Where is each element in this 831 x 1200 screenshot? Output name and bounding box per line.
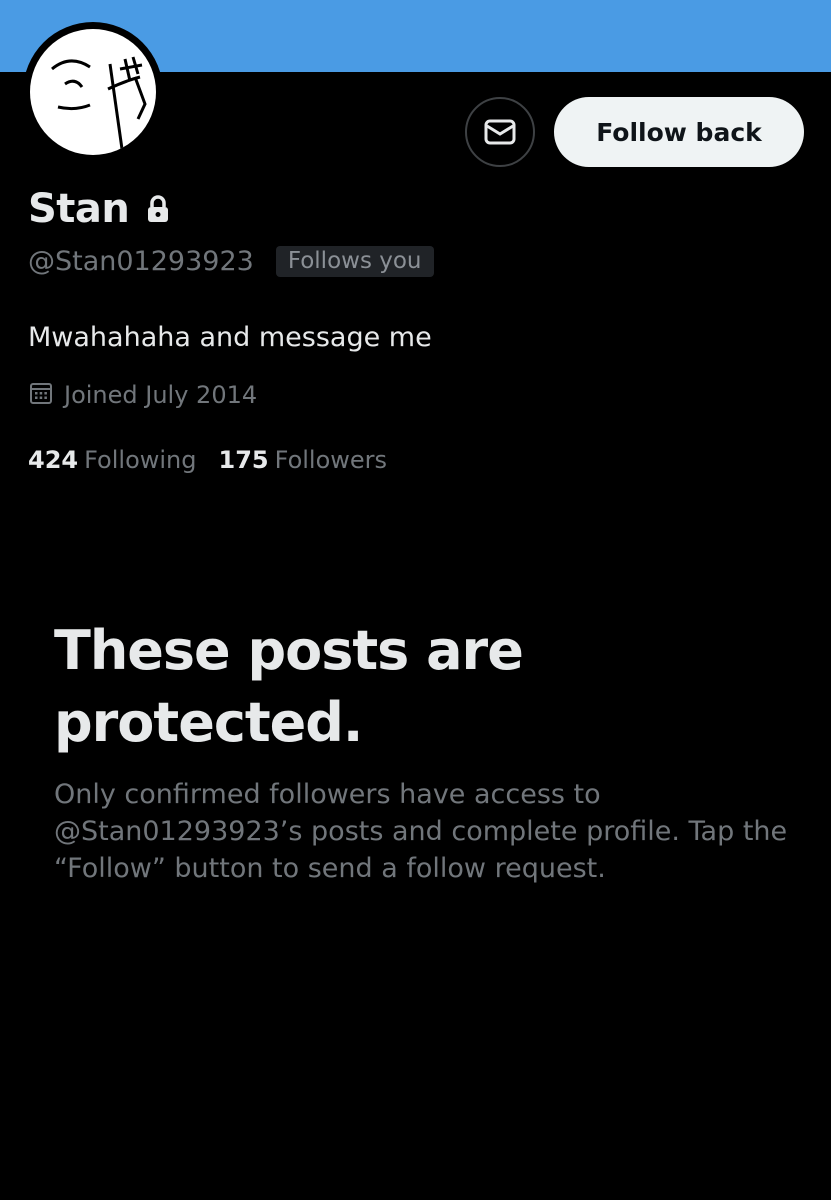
follow-back-button[interactable]: Follow back [554, 97, 804, 167]
following-label: Following [84, 446, 197, 474]
calendar-icon [28, 380, 54, 410]
joined-date: Joined July 2014 [64, 381, 258, 409]
avatar-drawing [51, 56, 147, 150]
following-link[interactable]: 424 Following [28, 446, 197, 474]
profile-name: Stan [28, 186, 130, 232]
followers-label: Followers [274, 446, 388, 474]
profile-handle: @Stan01293923 [28, 246, 254, 277]
followers-link[interactable]: 175 Followers [219, 446, 388, 474]
avatar-image [30, 29, 156, 155]
profile-name-row: Stan [28, 186, 171, 232]
handle-row: @Stan01293923 Follows you [28, 246, 434, 277]
profile-bio: Mwahahaha and message me [28, 322, 432, 353]
avatar[interactable] [23, 22, 163, 162]
follow-stats: 424 Following 175 Followers [28, 446, 387, 474]
lock-icon [145, 194, 171, 224]
protected-posts-title: These posts are protected. [54, 619, 524, 754]
followers-count: 175 [218, 446, 269, 474]
following-count: 424 [28, 446, 79, 474]
follows-you-badge: Follows you [275, 246, 434, 277]
message-button[interactable] [465, 97, 535, 167]
protected-posts-message: Only confirmed followers have access to … [54, 779, 788, 884]
envelope-icon [484, 119, 516, 145]
joined-date-row: Joined July 2014 [28, 380, 257, 410]
